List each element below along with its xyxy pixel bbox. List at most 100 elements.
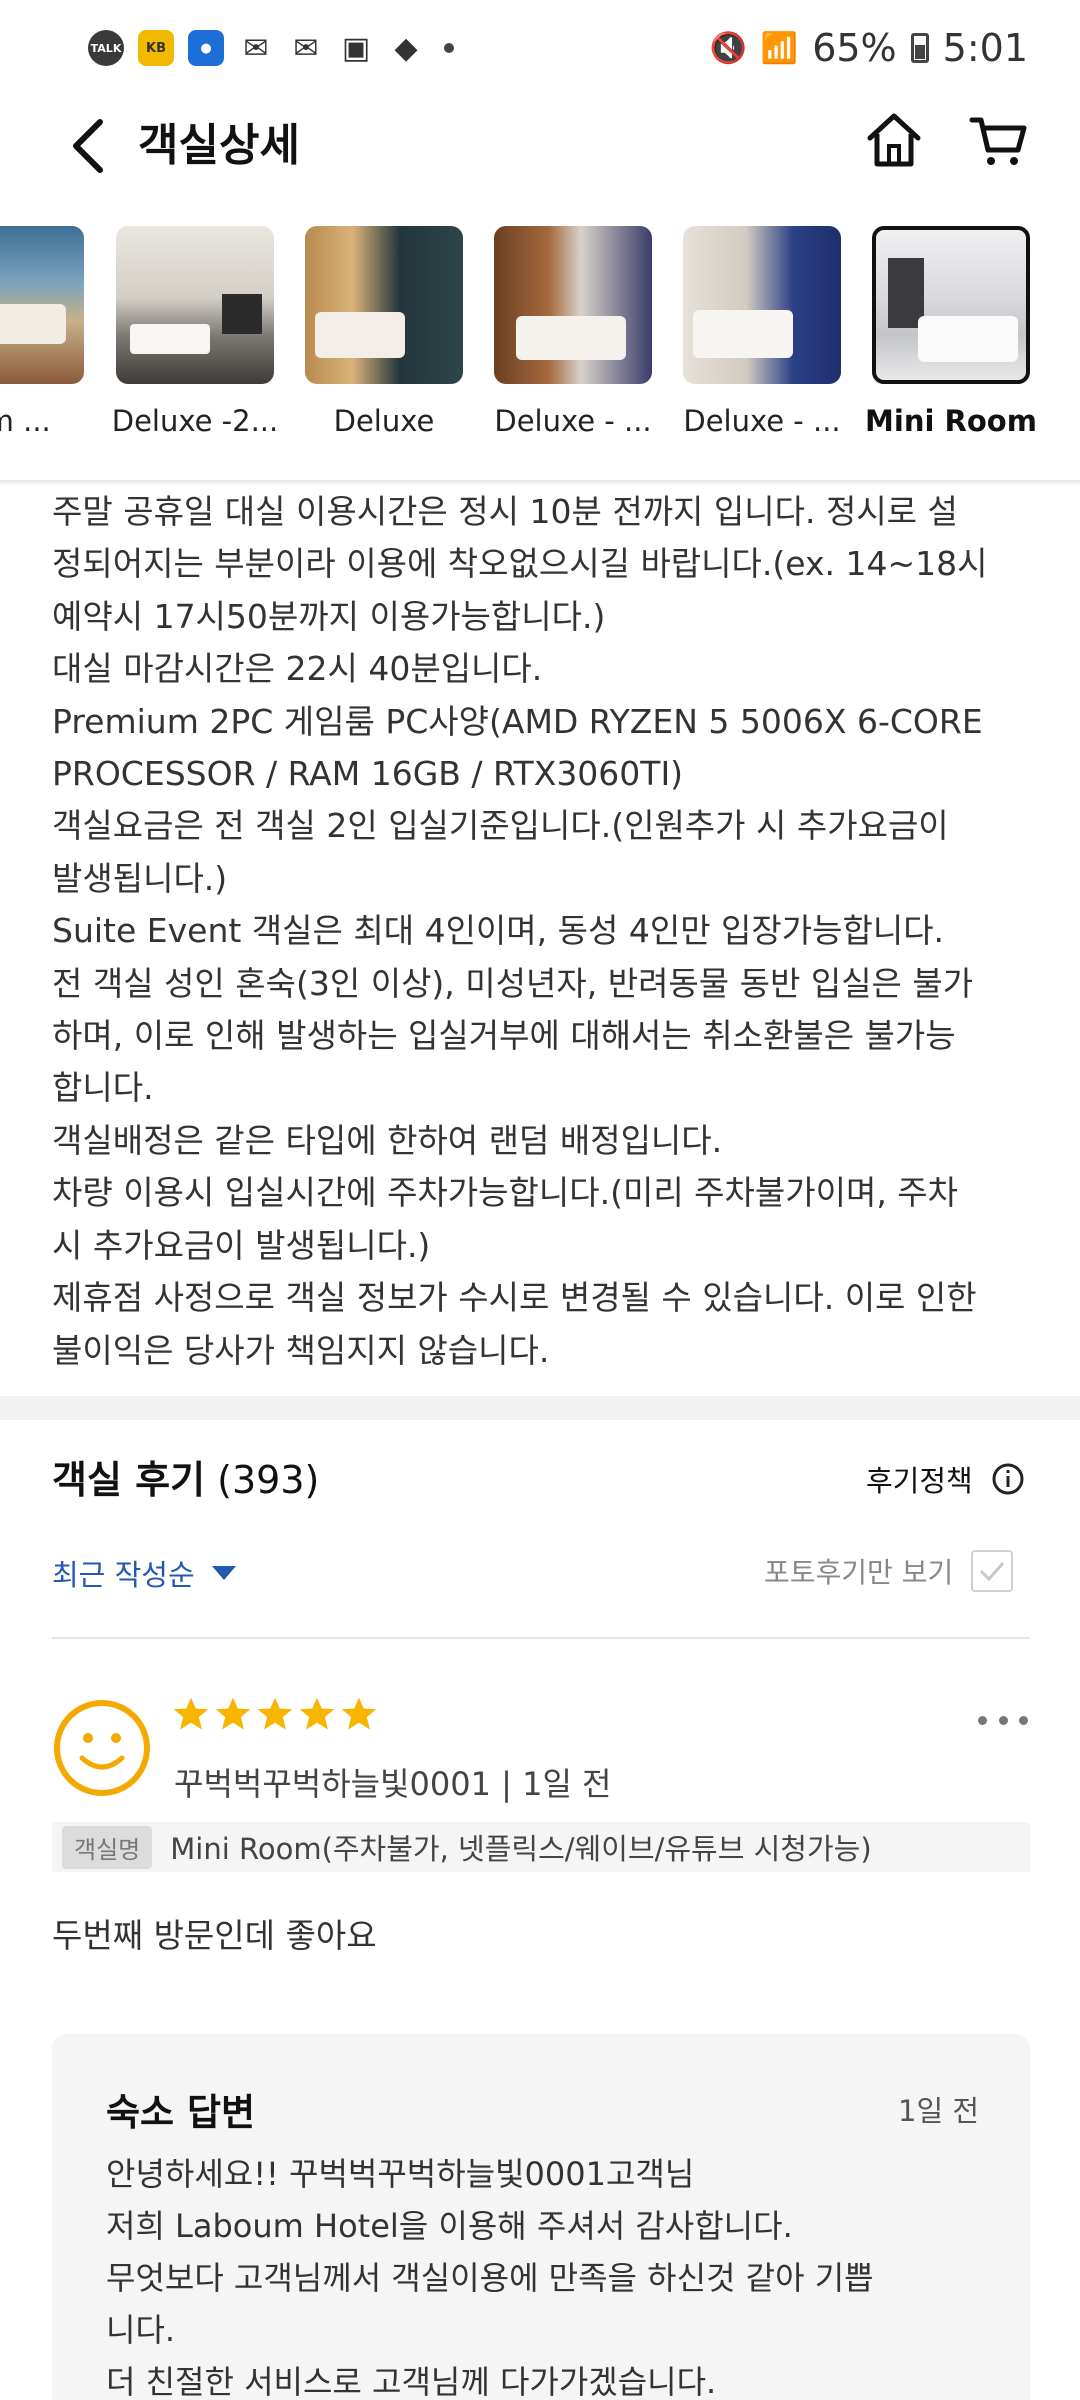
caret-down-icon bbox=[211, 1566, 236, 1580]
room-photo bbox=[0, 226, 84, 384]
kakaotalk-icon: TALK bbox=[88, 30, 124, 66]
clock: 5:01 bbox=[942, 26, 1028, 70]
notice-line: 제휴점 사정으로 객실 정보가 수시로 변경될 수 있습니다. 이로 인한 bbox=[52, 1278, 977, 1318]
gmail-icon-2: ✉ bbox=[293, 30, 319, 66]
review-policy-button[interactable]: 후기정책 bbox=[866, 1458, 1025, 1500]
back-button[interactable] bbox=[58, 116, 118, 176]
reply-line: 저희 Laboum Hotel을 이용해 주셔서 감사합니다. bbox=[106, 2207, 793, 2245]
room-thumb-deluxe[interactable]: Deluxe bbox=[305, 226, 463, 438]
more-dot bbox=[978, 1715, 987, 1725]
notice-line: 예약시 17시50분까지 이용가능합니다.) bbox=[52, 596, 606, 636]
notification-icons: TALK KB ● ✉ ✉ ▣ ◆ bbox=[88, 30, 454, 66]
room-thumb-label: Deluxe -2... bbox=[111, 404, 279, 438]
reply-line: 더 친절한 서비스로 고객님께 다가가겠습니다. bbox=[106, 2363, 717, 2400]
room-photo bbox=[683, 226, 841, 384]
notice-line: 객실요금은 전 객실 2인 입실기준입니다.(인원추가 시 추가요금이 bbox=[52, 806, 949, 846]
notice-line: 차량 이용시 입실시간에 주차가능합니다.(미리 주차불가이며, 주차 bbox=[52, 1173, 959, 1213]
notice-line: 객실배정은 같은 타입에 한하여 랜덤 배정입니다. bbox=[52, 1120, 723, 1160]
gallery-icon: ▣ bbox=[341, 30, 371, 66]
room-thumb-deluxe-b[interactable]: Deluxe - ... bbox=[683, 226, 841, 438]
reply-title: 숙소 답변 bbox=[106, 2091, 256, 2134]
room-photo bbox=[872, 226, 1030, 384]
room-thumb-label: Deluxe - ... bbox=[683, 404, 841, 438]
notice-line: 하며, 이로 인해 발생하는 입실거부에 대해서는 취소환불은 불가능 bbox=[52, 1016, 956, 1056]
room-thumb-label: Mini Room bbox=[865, 404, 1037, 438]
photo-only-checkbox[interactable] bbox=[971, 1550, 1014, 1592]
section-divider bbox=[0, 1396, 1080, 1420]
room-thumb-label: ium ... bbox=[0, 404, 51, 438]
wifi-icon: 📶 bbox=[760, 30, 799, 66]
reviewed-room-bar: 객실명 Mini Room(주차불가, 넷플릭스/웨이브/유튜브 시청가능) bbox=[52, 1822, 1030, 1872]
app-notification-icon: ● bbox=[188, 30, 224, 66]
more-dot bbox=[1019, 1715, 1028, 1725]
sort-dropdown[interactable]: 최근 작성순 bbox=[52, 1552, 237, 1594]
room-thumb-premium[interactable]: ium ... bbox=[0, 226, 84, 438]
review-more-button[interactable] bbox=[978, 1700, 1028, 1740]
battery-icon bbox=[910, 33, 929, 63]
notice-line: 정되어지는 부분이라 이용에 착오없으시길 바랍니다.(ex. 14~18시 bbox=[52, 544, 988, 584]
room-thumb-label: Deluxe bbox=[333, 404, 435, 438]
room-type-carousel[interactable]: ium ... Deluxe -2... Deluxe Deluxe - ...… bbox=[0, 226, 1080, 456]
cart-icon bbox=[969, 117, 1027, 165]
more-dot bbox=[998, 1715, 1008, 1725]
reply-date: 1일 전 bbox=[898, 2094, 980, 2128]
cart-button[interactable] bbox=[968, 110, 1028, 170]
page-title: 객실상세 bbox=[138, 120, 300, 171]
room-photo bbox=[305, 226, 463, 384]
notice-line: 합니다. bbox=[52, 1068, 154, 1108]
review-policy-label: 후기정책 bbox=[866, 1464, 973, 1498]
chevron-left-icon bbox=[73, 119, 103, 173]
room-name-tag: 객실명 bbox=[62, 1825, 153, 1869]
reply-text: 안녕하세요!! 꾸벅벅꾸벅하늘빛0001고객님 저희 Laboum Hotel을… bbox=[106, 2148, 986, 2400]
room-thumb-label: Deluxe - ... bbox=[494, 404, 652, 438]
status-bar: TALK KB ● ✉ ✉ ▣ ◆ 🔇 📶 65% 5:01 bbox=[0, 0, 1080, 96]
reviews-title: 객실 후기 (393) bbox=[52, 1452, 319, 1508]
notice-line: PROCESSOR / RAM 16GB / RTX3060TI) bbox=[52, 754, 684, 794]
gmail-icon: ✉ bbox=[243, 30, 269, 66]
star-icon bbox=[257, 1697, 293, 1730]
reviews-count: (393) bbox=[217, 1458, 320, 1502]
room-photo bbox=[116, 226, 274, 384]
review-text: 두번째 방문인데 좋아요 bbox=[52, 1916, 377, 1955]
reviewed-room-name: Mini Room(주차불가, 넷플릭스/웨이브/유튜브 시청가능) bbox=[170, 1832, 872, 1866]
reply-line: 니다. bbox=[106, 2311, 176, 2349]
notice-line: 대실 마감시간은 22시 40분입니다. bbox=[52, 649, 543, 689]
sort-label: 최근 작성순 bbox=[52, 1558, 195, 1592]
notice-line: 발생됩니다.) bbox=[52, 858, 228, 898]
home-button[interactable] bbox=[864, 110, 924, 170]
reviews-title-label: 객실 후기 bbox=[52, 1458, 206, 1502]
notice-line: 불이익은 당사가 책임지지 않습니다. bbox=[52, 1330, 550, 1370]
room-thumb-mini-room[interactable]: Mini Room bbox=[865, 226, 1037, 438]
app-header: 객실상세 bbox=[0, 96, 1080, 196]
host-reply: 숙소 답변 1일 전 안녕하세요!! 꾸벅벅꾸벅하늘빛0001고객님 저희 La… bbox=[52, 2034, 1030, 2400]
star-icon bbox=[215, 1697, 251, 1730]
notice-line: 주말 공휴일 대실 이용시간은 정시 10분 전까지 입니다. 정시로 설 bbox=[52, 492, 958, 531]
notice-line: Suite Event 객실은 최대 4인이며, 동성 4인만 입장가능합니다. bbox=[52, 911, 945, 951]
room-photo bbox=[494, 226, 652, 384]
room-thumb-deluxe-a[interactable]: Deluxe - ... bbox=[494, 226, 652, 438]
room-thumb-deluxe-2pc[interactable]: Deluxe -2... bbox=[112, 226, 278, 438]
check-icon bbox=[980, 1562, 1005, 1582]
reply-line: 안녕하세요!! 꾸벅벅꾸벅하늘빛0001고객님 bbox=[106, 2155, 695, 2193]
mute-icon: 🔇 bbox=[709, 30, 747, 66]
reviews-divider bbox=[52, 1637, 1030, 1639]
notice-line: 시 추가요금이 발생됩니다.) bbox=[52, 1225, 431, 1265]
room-notice: 주말 공휴일 대실 이용시간은 정시 10분 전까지 입니다. 정시로 설 정되… bbox=[52, 486, 1042, 1377]
avatar-smiley-icon bbox=[54, 1700, 150, 1796]
info-icon bbox=[992, 1463, 1024, 1495]
star-icon bbox=[173, 1697, 209, 1730]
photo-review-filter: 포토후기만 보기 bbox=[764, 1550, 1014, 1592]
reviewer-info: 꾸벅벅꾸벅하늘빛0001 | 1일 전 bbox=[174, 1765, 612, 1803]
kb-bank-icon: KB bbox=[138, 30, 174, 66]
star-icon bbox=[341, 1697, 377, 1730]
star-rating bbox=[172, 1696, 378, 1732]
home-icon bbox=[867, 113, 921, 167]
shopping-bag-icon: ◆ bbox=[394, 30, 418, 66]
battery-percent: 65% bbox=[812, 26, 897, 70]
photo-only-label: 포토후기만 보기 bbox=[764, 1556, 954, 1589]
reply-line: 무엇보다 고객님께서 객실이용에 만족을 하신것 같아 기쁩 bbox=[106, 2259, 874, 2297]
notice-line: 전 객실 성인 혼숙(3인 이상), 미성년자, 반려동물 동반 입실은 불가 bbox=[52, 963, 974, 1003]
star-icon bbox=[299, 1697, 335, 1730]
system-status: 🔇 📶 65% 5:01 bbox=[709, 26, 1028, 70]
more-notifications-dot bbox=[444, 43, 454, 53]
